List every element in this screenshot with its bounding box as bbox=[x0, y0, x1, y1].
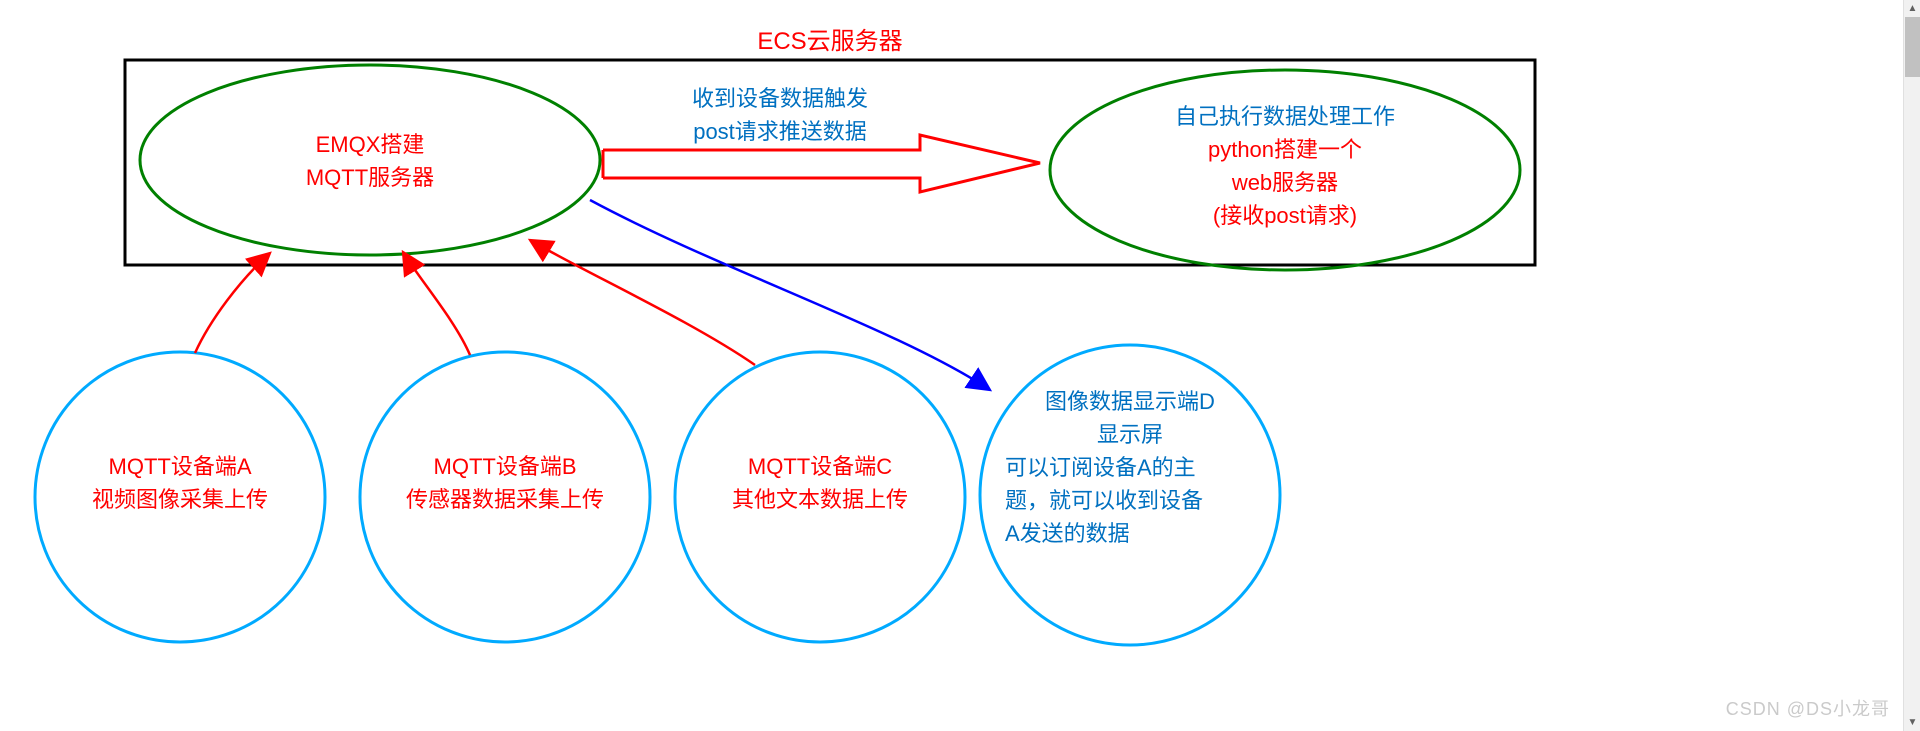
web-line2: python搭建一个 bbox=[1135, 133, 1435, 166]
scroll-down-arrow-icon[interactable]: ▼ bbox=[1904, 714, 1920, 731]
device-b-label: MQTT设备端B 传感器数据采集上传 bbox=[375, 450, 635, 516]
device-b-line2: 传感器数据采集上传 bbox=[375, 483, 635, 516]
connector-d bbox=[590, 200, 990, 390]
arrow-label: 收到设备数据触发 post请求推送数据 bbox=[640, 82, 920, 148]
emqx-line2: MQTT服务器 bbox=[250, 161, 490, 194]
device-c-line2: 其他文本数据上传 bbox=[690, 483, 950, 516]
device-a-line2: 视频图像采集上传 bbox=[50, 483, 310, 516]
device-a-line1: MQTT设备端A bbox=[50, 450, 310, 483]
emqx-label: EMQX搭建 MQTT服务器 bbox=[250, 128, 490, 194]
title-label: ECS云服务器 bbox=[680, 24, 980, 60]
emqx-line1: EMQX搭建 bbox=[250, 128, 490, 161]
web-label: 自己执行数据处理工作 python搭建一个 web服务器 (接收post请求) bbox=[1135, 100, 1435, 232]
diagram-canvas bbox=[0, 0, 1920, 731]
connector-b bbox=[403, 252, 470, 355]
connector-c bbox=[530, 240, 755, 365]
device-d-line1: 图像数据显示端D bbox=[1005, 385, 1255, 418]
arrow-label-line1: 收到设备数据触发 bbox=[640, 82, 920, 115]
web-line1: 自己执行数据处理工作 bbox=[1135, 100, 1435, 133]
vertical-scrollbar[interactable]: ▲ ▼ bbox=[1903, 0, 1920, 731]
device-d-line2: 显示屏 bbox=[1005, 418, 1255, 451]
device-c-line1: MQTT设备端C bbox=[690, 450, 950, 483]
device-a-label: MQTT设备端A 视频图像采集上传 bbox=[50, 450, 310, 516]
web-line3: web服务器 bbox=[1135, 166, 1435, 199]
device-d-line5: A发送的数据 bbox=[1005, 517, 1255, 550]
device-c-label: MQTT设备端C 其他文本数据上传 bbox=[690, 450, 950, 516]
arrow-label-line2: post请求推送数据 bbox=[640, 115, 920, 148]
watermark: CSDN @DS小龙哥 bbox=[1726, 695, 1890, 721]
device-d-line3: 可以订阅设备A的主 bbox=[1005, 451, 1255, 484]
web-line4: (接收post请求) bbox=[1135, 199, 1435, 232]
scrollbar-thumb[interactable] bbox=[1905, 17, 1920, 77]
device-d-label: 图像数据显示端D 显示屏 可以订阅设备A的主 题，就可以收到设备 A发送的数据 bbox=[1005, 385, 1255, 550]
device-d-line4: 题，就可以收到设备 bbox=[1005, 484, 1255, 517]
scroll-up-arrow-icon[interactable]: ▲ bbox=[1904, 0, 1920, 17]
connector-a bbox=[195, 253, 270, 353]
device-b-line1: MQTT设备端B bbox=[375, 450, 635, 483]
